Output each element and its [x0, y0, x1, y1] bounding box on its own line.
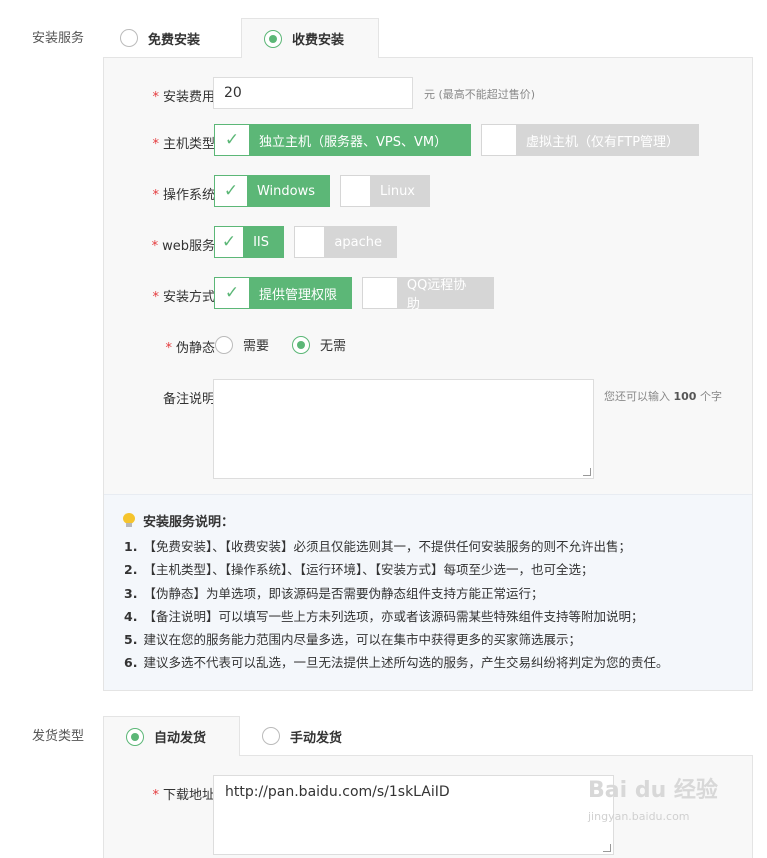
remark-char-count: 您还可以输入 100 个字 [604, 390, 722, 403]
install-method-label: * 安装方式 [152, 290, 215, 305]
option-windows[interactable]: ✓ Windows [214, 175, 330, 207]
rewrite-option-need[interactable]: 需要 [215, 335, 269, 354]
notes-title: 安装服务说明： [123, 511, 234, 530]
web-service-label: * web服务 [151, 239, 215, 254]
host-type-label: * 主机类型 [152, 137, 215, 152]
rewrite-option-none[interactable]: 无需 [292, 335, 346, 354]
download-url-textarea[interactable]: http://pan.baidu.com/s/1skLAiID [213, 775, 614, 855]
radio-icon [120, 29, 138, 47]
download-url-label: * 下载地址 [152, 788, 215, 803]
required-mark: * [152, 290, 159, 305]
list-item: 2. 【主机类型】、【操作系统】、【运行环境】、【安装方式】每项至少选一，也可全选… [124, 562, 594, 578]
required-mark: * [152, 90, 159, 105]
radio-selected-icon [292, 335, 310, 354]
radio-selected-icon [126, 727, 144, 746]
checkbox-checked: ✓ [215, 176, 247, 206]
tab-label: 免费安装 [148, 32, 201, 48]
option-admin-access[interactable]: ✓ 提供管理权限 [214, 277, 352, 309]
required-mark: * [151, 239, 159, 254]
list-item: 3. 【伪静态】为单选项，即该源码是否需要伪静态组件支持方能正常运行； [124, 585, 544, 601]
required-mark: * [152, 137, 159, 152]
checkbox-unchecked [295, 227, 325, 257]
install-notes: 安装服务说明： 1. 【免费安装】、【收费安装】必须且仅能选则其一，不提供任何安装… [104, 494, 752, 690]
install-service-label: 安装服务 [32, 31, 85, 46]
tab-manual-delivery[interactable]: 手动发货 [262, 716, 382, 756]
checkmark-icon: ✓ [221, 231, 237, 252]
checkmark-icon: ✓ [224, 129, 240, 150]
baidu-jingyan-watermark: Bai du 经验 jingyan.baidu.com [588, 778, 718, 823]
list-item: 6. 建议多选不代表可以乱选，一旦无法提供上述所勾选的服务，产生交易纠纷将判定为您… [124, 655, 669, 671]
list-item: 4. 【备注说明】可以填写一些上方未列选项，亦或者该源码需某些特殊组件支持等附加说… [124, 608, 644, 624]
remark-label: 备注说明 [162, 392, 215, 407]
checkbox-checked: ✓ [215, 278, 249, 308]
list-item: 1. 【免费安装】、【收费安装】必须且仅能选则其一，不提供任何安装服务的则不允许出… [124, 539, 631, 554]
option-linux[interactable]: Linux [340, 175, 430, 207]
option-qq-remote[interactable]: QQ远程协助 [362, 277, 494, 312]
option-dedicated-host[interactable]: ✓ 独立主机（服务器、VPS、VM） [214, 124, 471, 156]
tab-free-install[interactable]: 免费安装 [120, 18, 240, 58]
required-mark: * [152, 188, 159, 203]
delivery-type-label: 发货类型 [32, 729, 85, 744]
notes-list: 1. 【免费安装】、【收费安装】必须且仅能选则其一，不提供任何安装服务的则不允许出… [124, 535, 668, 675]
required-mark: * [165, 341, 172, 356]
resize-handle-icon[interactable] [583, 468, 591, 476]
fee-input[interactable] [213, 77, 413, 109]
option-iis[interactable]: ✓ IIS [214, 226, 284, 258]
fee-label: * 安装费用 [152, 90, 215, 105]
tab-auto-delivery[interactable]: 自动发货 [103, 716, 240, 756]
checkbox-unchecked [482, 125, 516, 155]
tab-label: 收费安装 [292, 33, 345, 48]
option-apache[interactable]: apache [294, 226, 397, 258]
checkbox-checked: ✓ [215, 125, 249, 155]
remark-textarea[interactable] [213, 379, 594, 479]
lightbulb-icon [123, 513, 135, 528]
list-item: 5. 建议在您的服务能力范围内尽量多选，可以在集市中获得更多的买家筛选展示； [124, 632, 581, 648]
checkbox-unchecked [341, 176, 370, 206]
checkbox-checked: ✓ [215, 227, 244, 257]
os-label: * 操作系统 [152, 188, 215, 203]
rewrite-label: * 伪静态 [165, 341, 215, 356]
required-mark: * [152, 788, 159, 803]
fee-hint: 元 (最高不能超过售价) [424, 88, 536, 101]
radio-icon [215, 335, 233, 354]
radio-selected-icon [264, 29, 282, 48]
option-virtual-host[interactable]: 虚拟主机（仅有FTP管理） [481, 124, 699, 156]
checkmark-icon: ✓ [224, 282, 240, 303]
checkmark-icon: ✓ [223, 180, 239, 201]
tab-paid-install[interactable]: 收费安装 [241, 18, 379, 58]
checkbox-unchecked [363, 278, 397, 308]
resize-handle-icon[interactable] [603, 844, 611, 852]
radio-icon [262, 727, 280, 745]
